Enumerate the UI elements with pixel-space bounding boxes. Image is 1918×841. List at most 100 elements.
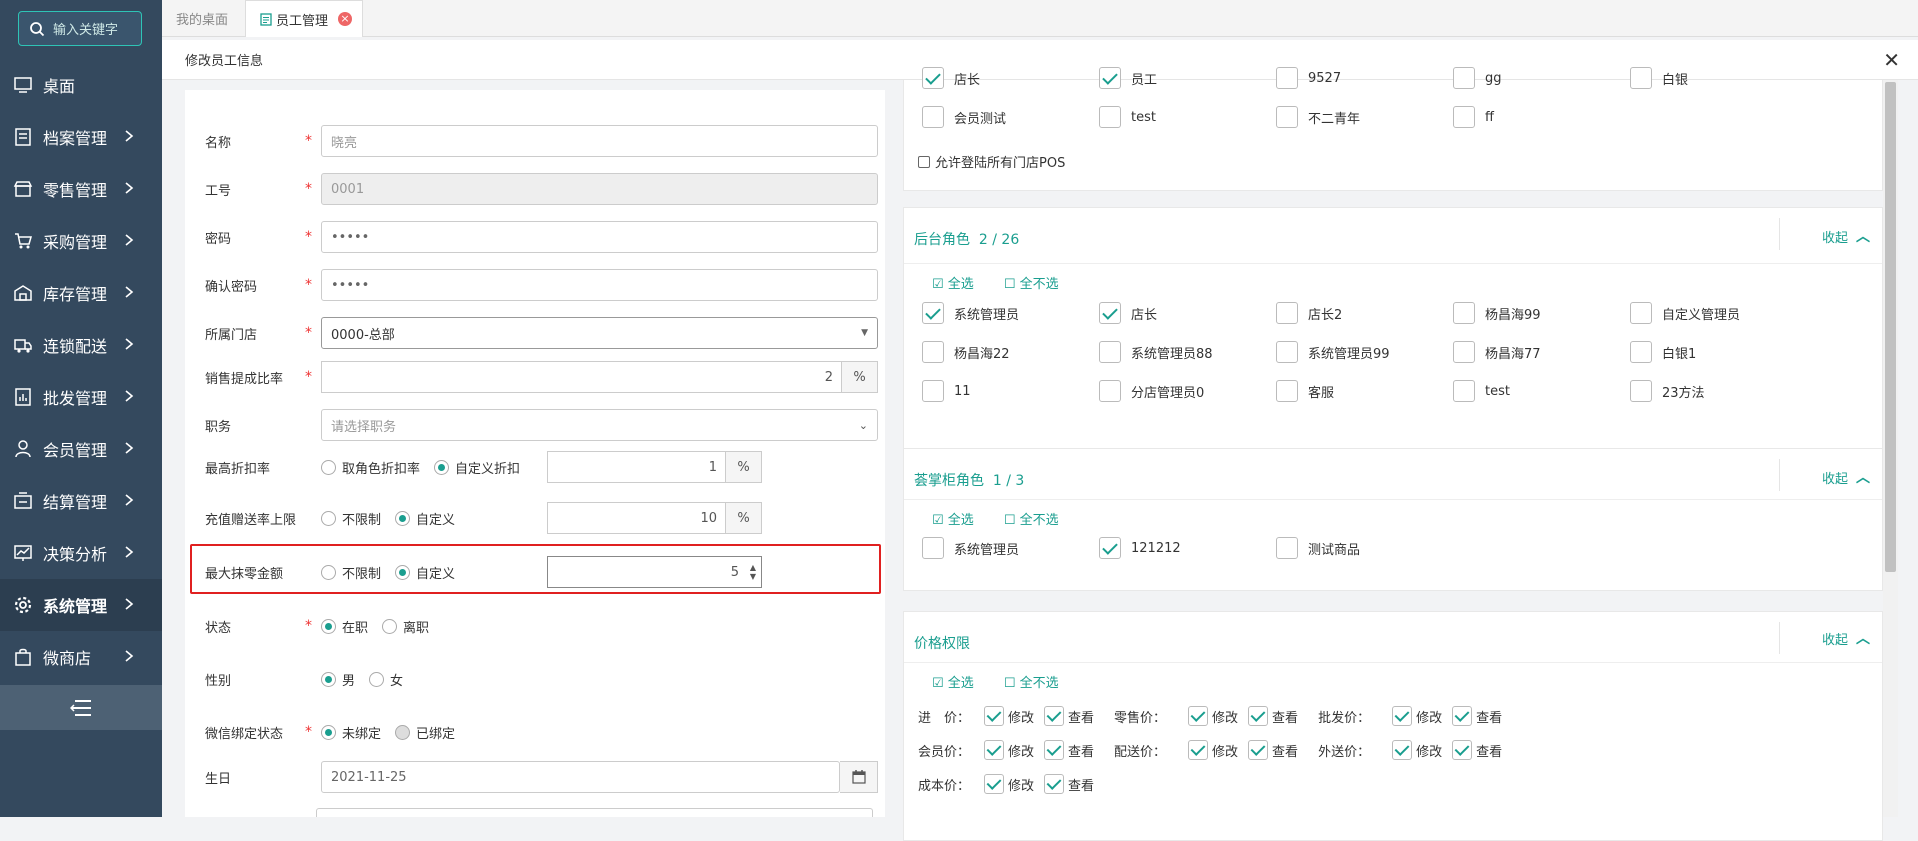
tab-employee[interactable]: 员工管理 × [245,0,363,37]
collapse-toggle[interactable]: 收起 ︿ [1822,628,1870,648]
search-input[interactable]: 输入关键字 [18,11,142,46]
commission-input[interactable]: 2 [321,361,842,393]
edit-checkbox[interactable]: 修改 [984,740,1034,760]
status-active-radio[interactable]: 在职 [321,617,368,636]
view-checkbox[interactable]: 查看 [1248,706,1298,726]
view-checkbox[interactable]: 查看 [1044,706,1094,726]
confirm-password-input[interactable]: ••••• [321,269,878,301]
wechat-unbound-radio[interactable]: 未绑定 [321,723,381,742]
checkbox-box [922,67,944,89]
recharge-input[interactable]: 10 [547,502,726,534]
scrollbar-thumb[interactable] [1885,82,1896,572]
role-checkbox[interactable]: 杨昌海77 [1453,341,1541,363]
cabinet-roles-card: 荟掌柜角色 1 / 3 收起 ︿ ☑ 全选 ☐ 全不选 系统管理员 121212 测试… [903,448,1883,591]
sidebar-item-11[interactable]: 微商店 [0,631,162,683]
recharge-unlimited-radio[interactable]: 不限制 [321,509,381,528]
role-label: test [1485,383,1510,399]
close-icon[interactable]: ✕ [1883,50,1900,70]
price-type-label: 零售价： [1114,710,1167,726]
role-checkbox[interactable]: 测试商品 [1276,537,1360,559]
role-checkbox[interactable]: gg [1453,67,1502,89]
role-checkbox[interactable]: 会员测试 [922,106,1006,128]
sidebar-item-3[interactable]: 采购管理 [0,215,162,267]
role-checkbox[interactable]: 系统管理员 [922,302,1019,324]
status-left-radio[interactable]: 离职 [382,617,429,636]
role-checkbox[interactable]: ff [1453,106,1494,128]
sidebar-item-4[interactable]: 库存管理 [0,267,162,319]
edit-checkbox[interactable]: 修改 [984,774,1034,794]
collapse-toggle[interactable]: 收起 ︿ [1822,226,1870,246]
checkbox-box [1044,740,1065,760]
view-checkbox[interactable]: 查看 [1044,740,1094,760]
edit-checkbox[interactable]: 修改 [1392,706,1442,726]
sidebar-item-0[interactable]: 桌面 [0,59,162,111]
name-label: 名称 [205,135,232,151]
role-checkbox[interactable]: 23方法 [1630,380,1705,402]
role-checkbox[interactable]: 店长2 [1276,302,1342,324]
password-input[interactable]: ••••• [321,221,878,253]
discount-input[interactable]: 1 [547,451,726,483]
sidebar-item-2[interactable]: 零售管理 [0,163,162,215]
view-checkbox[interactable]: 查看 [1044,774,1094,794]
sidebar-item-8[interactable]: 结算管理 [0,475,162,527]
role-checkbox[interactable]: 杨昌海22 [922,341,1010,363]
pos-roles-card: 店长 员工 9527 gg 白银会员测试 test 不二青年 ff 允许登陆所有门店POS [903,67,1883,191]
sidebar-item-5[interactable]: 连锁配送 [0,319,162,371]
sidebar-item-10[interactable]: 系统管理 [0,579,162,631]
role-checkbox[interactable]: 系统管理员88 [1099,341,1213,363]
role-checkbox[interactable]: 店长 [1099,302,1157,324]
name-input[interactable]: 晓亮 [321,125,878,157]
role-checkbox[interactable]: 121212 [1099,537,1181,559]
role-checkbox[interactable]: 系统管理员 [922,537,1019,559]
sidebar-item-label: 结算管理 [43,493,108,512]
checkbox-box [1044,774,1065,794]
store-select[interactable]: 0000-总部 ▼ [321,317,878,349]
select-all-button[interactable]: ☑ 全选 [932,672,974,691]
role-checkbox[interactable]: 客服 [1276,380,1334,402]
view-checkbox[interactable]: 查看 [1452,740,1502,760]
collapse-sidebar-button[interactable] [0,685,162,730]
role-checkbox[interactable]: 店长 [922,67,980,89]
collapse-toggle[interactable]: 收起 ︿ [1822,467,1870,487]
edit-checkbox[interactable]: 修改 [984,706,1034,726]
position-select[interactable]: 请选择职务 ⌄ [321,409,878,441]
edit-checkbox[interactable]: 修改 [1392,740,1442,760]
role-checkbox[interactable]: 系统管理员99 [1276,341,1390,363]
close-tab-icon[interactable]: × [338,12,353,26]
role-checkbox[interactable]: 分店管理员0 [1099,380,1204,402]
discount-custom-radio[interactable]: 自定义折扣 [434,458,520,477]
tab-home[interactable]: 我的桌面 [176,0,228,37]
sidebar-item-7[interactable]: 会员管理 [0,423,162,475]
select-all-button[interactable]: ☑ 全选 [932,509,974,528]
birthday-input[interactable]: 2021-11-25 [321,761,840,793]
calendar-icon[interactable] [840,761,878,793]
required-mark: * [305,181,312,197]
role-checkbox[interactable]: test [1453,380,1510,402]
gender-male-radio[interactable]: 男 [321,670,355,689]
role-checkbox[interactable]: test [1099,106,1156,128]
role-checkbox[interactable]: 9527 [1276,67,1341,89]
role-checkbox[interactable]: 白银 [1630,67,1688,89]
view-checkbox[interactable]: 查看 [1452,706,1502,726]
role-checkbox[interactable]: 不二青年 [1276,106,1360,128]
role-checkbox[interactable]: 自定义管理员 [1630,302,1740,324]
allow-all-pos-checkbox[interactable]: 允许登陆所有门店POS [918,152,1065,171]
select-none-button[interactable]: ☐ 全不选 [1004,273,1059,292]
role-checkbox[interactable]: 11 [922,380,971,402]
select-none-button[interactable]: ☐ 全不选 [1004,509,1059,528]
view-checkbox[interactable]: 查看 [1248,740,1298,760]
role-checkbox[interactable]: 员工 [1099,67,1157,89]
discount-role-radio[interactable]: 取角色折扣率 [321,458,420,477]
gender-female-radio[interactable]: 女 [369,670,403,689]
checkbox-box [1276,537,1298,559]
sidebar-item-6[interactable]: 批发管理 [0,371,162,423]
select-all-button[interactable]: ☑ 全选 [932,273,974,292]
recharge-custom-radio[interactable]: 自定义 [395,509,455,528]
select-none-button[interactable]: ☐ 全不选 [1004,672,1059,691]
sidebar-item-9[interactable]: 决策分析 [0,527,162,579]
sidebar-item-1[interactable]: 档案管理 [0,111,162,163]
edit-checkbox[interactable]: 修改 [1188,740,1238,760]
edit-checkbox[interactable]: 修改 [1188,706,1238,726]
role-checkbox[interactable]: 白银1 [1630,341,1696,363]
role-checkbox[interactable]: 杨昌海99 [1453,302,1541,324]
